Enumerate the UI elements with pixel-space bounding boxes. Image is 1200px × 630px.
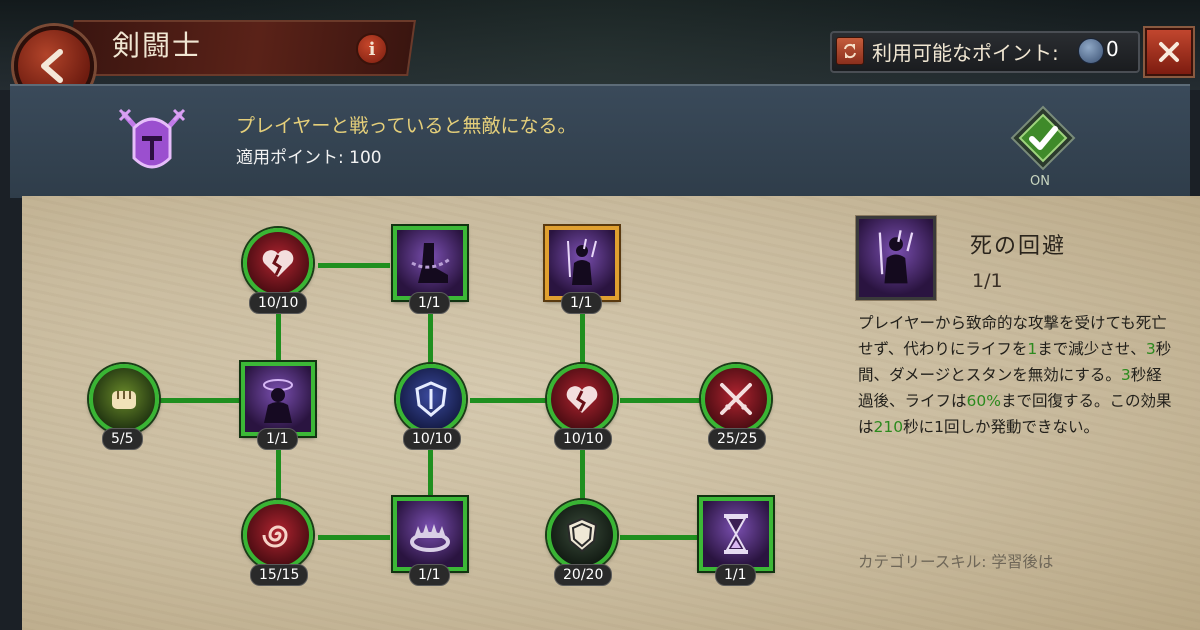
skill-count: 10/10 — [249, 292, 308, 314]
skill-node-fist[interactable] — [89, 364, 159, 434]
tree-connector — [318, 263, 390, 268]
swap-arrows-icon — [844, 43, 856, 59]
skill-node-shadow-figure[interactable] — [241, 362, 315, 436]
shadow-figure-icon — [263, 379, 293, 423]
desc-highlight: 3 — [1120, 366, 1131, 384]
skill-count: 10/10 — [403, 428, 462, 450]
fist-icon — [112, 391, 136, 409]
available-points-label: 利用可能なポイント: — [872, 41, 1059, 65]
hourglass-icon — [724, 514, 748, 554]
skill-count: 1/1 — [257, 428, 298, 450]
skill-node-death-evasion[interactable] — [545, 226, 619, 300]
skill-node-crossed-swords[interactable] — [701, 364, 771, 434]
skill-count: 20/20 — [554, 564, 613, 586]
desc-highlight: 210 — [873, 418, 904, 436]
skill-count: 1/1 — [409, 564, 450, 586]
swirl-icon — [262, 525, 288, 548]
warrior-arrows-icon — [878, 230, 914, 284]
skill-node-blue-shield[interactable] — [396, 364, 466, 434]
available-points-value: 0 — [1106, 37, 1119, 61]
skill-node-broken-heart-mid[interactable] — [547, 364, 617, 434]
warrior-arrows-icon — [567, 238, 597, 285]
enabled-check-icon[interactable] — [1010, 105, 1076, 171]
skill-node-hourglass[interactable] — [699, 497, 773, 571]
broken-heart-icon — [566, 386, 598, 413]
gladiator-helmet-icon — [118, 108, 186, 169]
desc-segment: まで減少させ、 — [1037, 340, 1146, 358]
toggle-state-label: ON — [1030, 174, 1050, 189]
tree-connector — [318, 535, 390, 540]
skill-count: 1/1 — [561, 292, 602, 314]
skill-count: 25/25 — [708, 428, 767, 450]
skill-point-coin-icon — [1078, 38, 1104, 64]
selected-skill-icon-frame — [856, 216, 936, 300]
crossed-swords-icon — [720, 383, 752, 415]
back-arrow-icon — [41, 49, 63, 83]
skill-count: 1/1 — [409, 292, 450, 314]
skill-node-swirl[interactable] — [243, 500, 313, 570]
skill-count: 1/1 — [715, 564, 756, 586]
close-button[interactable] — [1145, 28, 1193, 76]
desc-highlight: 1 — [1027, 340, 1038, 358]
skill-node-chained-boot[interactable] — [393, 226, 467, 300]
desc-highlight: 3 — [1145, 340, 1156, 358]
chained-boot-icon — [411, 243, 451, 283]
desc-highlight: 60% — [966, 392, 1001, 410]
skill-node-white-shield[interactable] — [547, 500, 617, 570]
class-description: プレイヤーと戦っていると無敵になる。 — [236, 115, 577, 137]
tree-connector — [160, 398, 240, 403]
tree-connector — [620, 535, 700, 540]
skill-category-note: カテゴリースキル: 学習後は — [858, 553, 1054, 571]
desc-segment: 秒に1回しか発動できない。 — [903, 418, 1099, 436]
tree-connector — [620, 398, 702, 403]
page-title: 剣闘士 — [112, 29, 203, 62]
skill-node-broken-heart-top[interactable] — [243, 228, 313, 298]
info-button[interactable]: i — [356, 33, 388, 65]
selected-skill-name: 死の回避 — [970, 234, 1067, 259]
selected-skill-level: 1/1 — [972, 270, 1003, 292]
tree-connector — [470, 398, 548, 403]
selected-skill-description: プレイヤーから致命的な攻撃を受けても死亡せず、代わりにライフを1まで減少させ、3… — [858, 310, 1176, 440]
skill-node-bear-trap[interactable] — [393, 497, 467, 571]
skill-count: 15/15 — [250, 564, 309, 586]
skill-count: 10/10 — [554, 428, 613, 450]
reset-points-icon[interactable] — [836, 37, 864, 65]
applied-points: 適用ポイント: 100 — [236, 148, 382, 168]
skill-count: 5/5 — [102, 428, 143, 450]
broken-heart-icon — [262, 250, 294, 277]
blue-shield-icon — [415, 381, 447, 417]
close-icon — [1159, 42, 1179, 62]
white-shield-icon — [566, 517, 598, 553]
bear-trap-icon — [410, 524, 450, 552]
